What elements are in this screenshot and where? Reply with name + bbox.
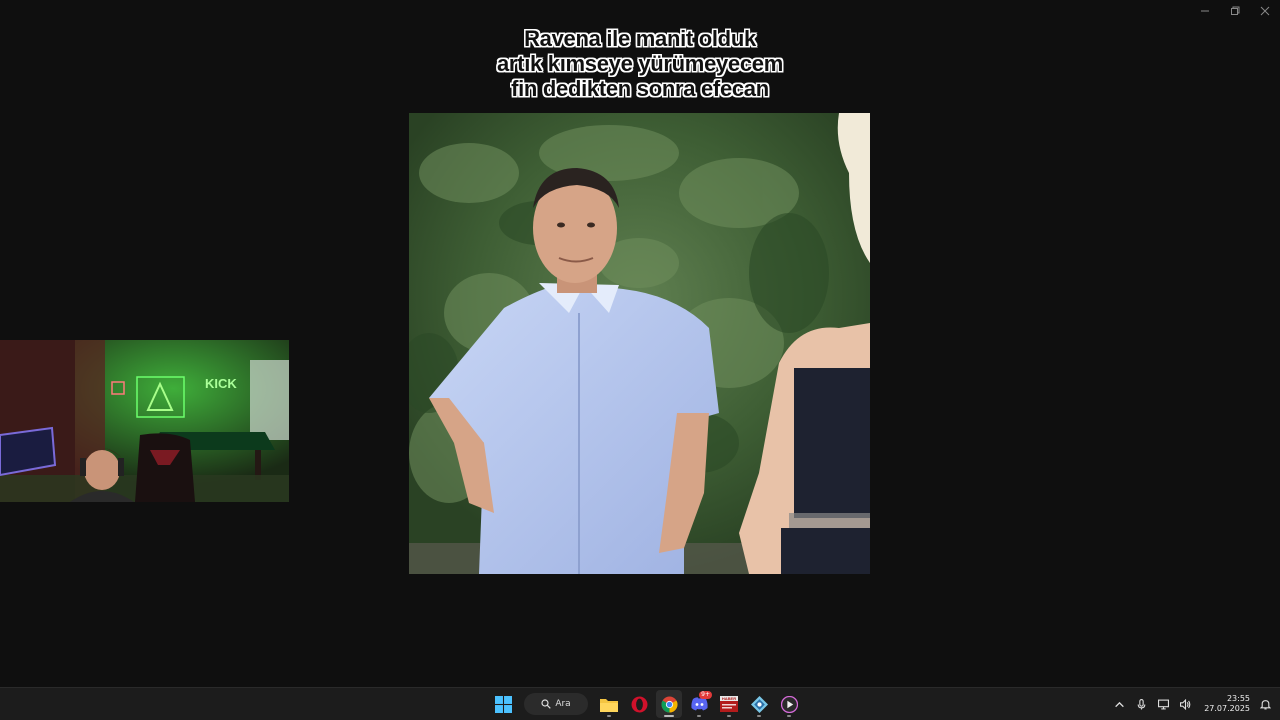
search-label: Ara	[555, 699, 571, 709]
windows-start-icon	[494, 695, 512, 713]
taskbar-apps: Ara 9+ HABER	[490, 688, 802, 720]
running-indicator	[757, 715, 761, 717]
window-controls	[1190, 0, 1280, 22]
caption-line-2: artık kımseye yürümeyecem	[496, 51, 784, 76]
app-icon	[750, 695, 768, 713]
chevron-up-icon	[1114, 701, 1124, 707]
search-button[interactable]: Ara	[524, 693, 588, 715]
taskbar-clock[interactable]: 23:55 27.07.2025	[1204, 694, 1250, 714]
news-icon-label: HABER	[722, 696, 736, 701]
taskbar-opera[interactable]	[626, 690, 652, 718]
taskbar-discord[interactable]: 9+	[686, 690, 712, 718]
restore-icon	[1231, 6, 1240, 15]
taskbar-media-player[interactable]	[776, 690, 802, 718]
minimize-button[interactable]	[1190, 0, 1220, 22]
taskbar-app[interactable]	[746, 690, 772, 718]
webcam-frame-illustration: KICK	[0, 340, 289, 502]
microphone-icon	[1137, 698, 1146, 709]
volume-icon	[1179, 698, 1191, 710]
webcam-overlay: KICK	[0, 340, 289, 502]
caption-line-3: fin dedikten sonra efecan	[511, 76, 769, 101]
network-icon	[1157, 699, 1169, 709]
running-indicator	[727, 715, 731, 717]
restore-button[interactable]	[1220, 0, 1250, 22]
minimize-icon	[1201, 10, 1209, 12]
tray-overflow-button[interactable]	[1112, 697, 1126, 711]
video-caption: Ravena ile manit olduk artık kımseye yür…	[390, 26, 890, 101]
search-icon	[541, 699, 552, 709]
news-app-icon: HABER	[720, 696, 738, 712]
notification-bell-icon	[1259, 699, 1271, 709]
running-indicator	[697, 715, 701, 717]
running-indicator	[664, 715, 674, 717]
taskbar-file-explorer[interactable]	[596, 690, 622, 718]
clock-date: 27.07.2025	[1204, 704, 1250, 713]
discord-icon	[690, 697, 708, 711]
taskbar-chrome[interactable]	[656, 690, 682, 718]
running-indicator	[607, 715, 611, 717]
close-icon	[1260, 6, 1270, 16]
notifications-button[interactable]	[1258, 697, 1272, 711]
clock-time: 23:55	[1226, 694, 1250, 703]
system-tray: 23:55 27.07.2025	[1112, 688, 1272, 720]
network-button[interactable]	[1156, 697, 1170, 711]
taskbar-news-app[interactable]: HABER	[716, 690, 742, 718]
video-frame-illustration	[409, 113, 870, 574]
volume-button[interactable]	[1178, 697, 1192, 711]
running-indicator	[787, 715, 791, 717]
taskbar: Ara 9+ HABER 23:55 27.07.2025	[0, 687, 1280, 720]
opera-icon	[631, 696, 647, 712]
neon-kick-sign: KICK	[205, 376, 237, 391]
media-player-icon	[780, 695, 798, 713]
folder-icon	[600, 698, 618, 712]
chrome-icon	[661, 696, 677, 712]
main-video[interactable]	[409, 113, 870, 574]
caption-line-1: Ravena ile manit olduk	[524, 26, 756, 51]
close-button[interactable]	[1250, 0, 1280, 22]
start-button[interactable]	[490, 690, 516, 718]
microphone-button[interactable]	[1134, 697, 1148, 711]
discord-notification-badge: 9+	[699, 691, 712, 699]
